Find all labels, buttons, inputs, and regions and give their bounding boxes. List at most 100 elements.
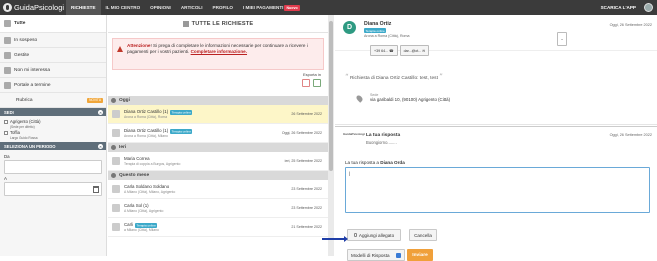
nav-profilo[interactable]: PROFILO (208, 0, 238, 15)
check-icon (4, 51, 11, 59)
sede-item[interactable]: Agrigento (Città) (4, 119, 102, 124)
templates-button[interactable]: Modelli di Risposta (347, 249, 405, 261)
actions-dropdown[interactable]: ⌄ (557, 32, 567, 46)
request-row[interactable]: Maria Correa Terapia di coppia a Burgos,… (108, 152, 328, 171)
checkbox-icon[interactable] (396, 252, 401, 258)
filter-non-mi-interessa[interactable]: Non mi interessa (0, 63, 106, 78)
cancel-button[interactable]: Cancella (409, 229, 437, 241)
close-icon[interactable]: × (98, 109, 103, 115)
chevron-down-icon (111, 98, 116, 103)
request-row[interactable]: Diana Ortiz Castillo (1) Terapia online A… (108, 105, 328, 124)
app-logo[interactable]: GuidaPsicologi (0, 3, 66, 12)
request-date: 23 Settembre 2022 (291, 187, 322, 191)
download-app-link[interactable]: SCARICA L'APP (601, 5, 636, 10)
nav-label: IL MIO CENTRO (105, 5, 141, 10)
request-name: Carli (124, 222, 134, 227)
online-tag: Terapia online (135, 222, 158, 228)
mail-icon: ✉ (422, 48, 426, 53)
add-attachment-button[interactable]: Aggiungi allegato (347, 229, 401, 241)
request-row[interactable]: Diana Ortiz Castillo (1) Terapia online A… (108, 124, 328, 143)
filter-rubrica[interactable]: Rubrica NOVITÀ (0, 93, 106, 108)
group-header[interactable]: Questo mese (108, 171, 328, 180)
request-sub: a Milano (Città), Milano (124, 228, 159, 232)
requests-list: TUTTE LE RICHIESTE Attenzione! Si prega … (108, 15, 328, 256)
reply-label-prefix: La tua risposta a (345, 160, 379, 165)
filter-portale[interactable]: Portale a termine (0, 78, 106, 93)
export-box: Esporta in (302, 72, 321, 87)
request-name: Carla Sol (1) (124, 203, 149, 208)
group-label: Ieri (119, 145, 127, 150)
novita-badge: NOVITÀ (87, 97, 103, 103)
sedi-header[interactable]: SEDI × (0, 108, 106, 116)
request-row[interactable]: Carli Terapia online a Milano (Città), Mi… (108, 218, 328, 237)
user-avatar[interactable] (644, 3, 653, 12)
group-label: Oggi (119, 98, 130, 103)
nav-pagamenti[interactable]: I MIEI PAGAMENTI Nuovo (238, 0, 305, 15)
period-header[interactable]: SELEZIONA UN PERIODO × (0, 142, 106, 150)
quote-open-icon: “ (345, 73, 349, 81)
to-label: A (4, 176, 7, 181)
sede-sub: Largo Guido Rossa (10, 136, 38, 140)
detail-header: D Diana Ortiz Terapia online Arona a Rom… (335, 15, 657, 56)
nav-il-mio-centro[interactable]: IL MIO CENTRO (101, 0, 146, 15)
patient-address: Arona a Roma (Città), Roma (364, 34, 410, 38)
button-label: Inviare (412, 252, 428, 258)
filter-label: Portale a termine (14, 82, 51, 88)
request-date: 23 Settembre 2022 (291, 206, 322, 210)
nav-articoli[interactable]: ARTICOLI (176, 0, 208, 15)
reply-header: La tua risposta (366, 133, 401, 138)
reply-textarea[interactable]: | (345, 167, 650, 213)
checkbox[interactable] (4, 119, 8, 124)
nav-richieste[interactable]: RICHIESTE (66, 0, 101, 15)
request-sub: Arona a Roma (Città), Milano (124, 134, 168, 138)
export-pdf-icon[interactable] (302, 79, 310, 87)
avatar: D (343, 21, 356, 34)
from-date-input[interactable] (4, 160, 102, 174)
request-text: Richiesta di Diana Ortiz Castillo: test,… (349, 76, 438, 81)
group-header[interactable]: Oggi (108, 96, 328, 105)
avatar (112, 204, 120, 212)
online-tag: Terapia online (170, 109, 193, 115)
filter-label: Gestite (14, 52, 30, 58)
close-icon[interactable]: × (98, 143, 103, 149)
nav-label: OPINIONI (150, 5, 171, 10)
filter-gestite[interactable]: Gestite (0, 48, 106, 63)
export-excel-icon[interactable] (313, 79, 321, 87)
request-row[interactable]: Carla Soldano Soldano A Milano (Città), … (108, 180, 328, 199)
filter-tutte[interactable]: Tutte (0, 15, 106, 33)
logo-text: GuidaPsicologi (14, 3, 65, 12)
online-tag: Terapia online (364, 28, 387, 33)
checkbox[interactable] (4, 130, 8, 135)
page-title: TUTTE LE RICHIESTE (191, 20, 254, 27)
online-tag: Terapia online (170, 128, 193, 134)
paperclip-icon (353, 233, 357, 237)
reply-logo: GuidaPsicologi (343, 132, 365, 136)
section-title: SELEZIONA UN PERIODO (4, 143, 56, 149)
reply-date: Oggi, 26 Settembre 2022 (609, 133, 652, 137)
warning-icon (117, 46, 123, 52)
top-bar: GuidaPsicologi RICHIESTE IL MIO CENTRO O… (0, 0, 657, 15)
request-sub: Arona a Roma (Città), Roma (124, 115, 167, 119)
phone-button[interactable]: +39 64... ☎ (370, 45, 398, 56)
filter-label: In sospeso (14, 37, 38, 43)
filter-label: Tutte (14, 21, 26, 26)
email-button[interactable]: dar...@ot... ✉ (399, 45, 430, 56)
send-button[interactable]: Inviare (407, 249, 433, 261)
request-name: Diana Ortiz Castillo (1) (124, 128, 169, 133)
request-row[interactable]: Carla Sol (1) A Milano (Città), Agrigent… (108, 199, 328, 218)
group-header[interactable]: Ieri (108, 143, 328, 152)
request-name: Carla Soldano Soldano (124, 184, 170, 189)
sede-label: Agrigento (Città) (10, 119, 41, 124)
filter-in-sospeso[interactable]: In sospeso (0, 33, 106, 48)
calendar-icon[interactable] (93, 186, 99, 193)
period-filter: Da A (0, 150, 106, 198)
complete-info-link[interactable]: Completare informazione. (191, 49, 247, 54)
sede-item[interactable]: Toffia (4, 130, 102, 135)
section-title: SEDI (4, 109, 14, 115)
list-scrollbar[interactable] (328, 15, 334, 256)
to-date-input[interactable] (4, 182, 102, 196)
scrollbar-thumb[interactable] (329, 21, 333, 171)
avatar (112, 110, 120, 118)
request-name: Diana Ortiz Castillo (1) (124, 109, 169, 114)
nav-opinioni[interactable]: OPINIONI (145, 0, 176, 15)
